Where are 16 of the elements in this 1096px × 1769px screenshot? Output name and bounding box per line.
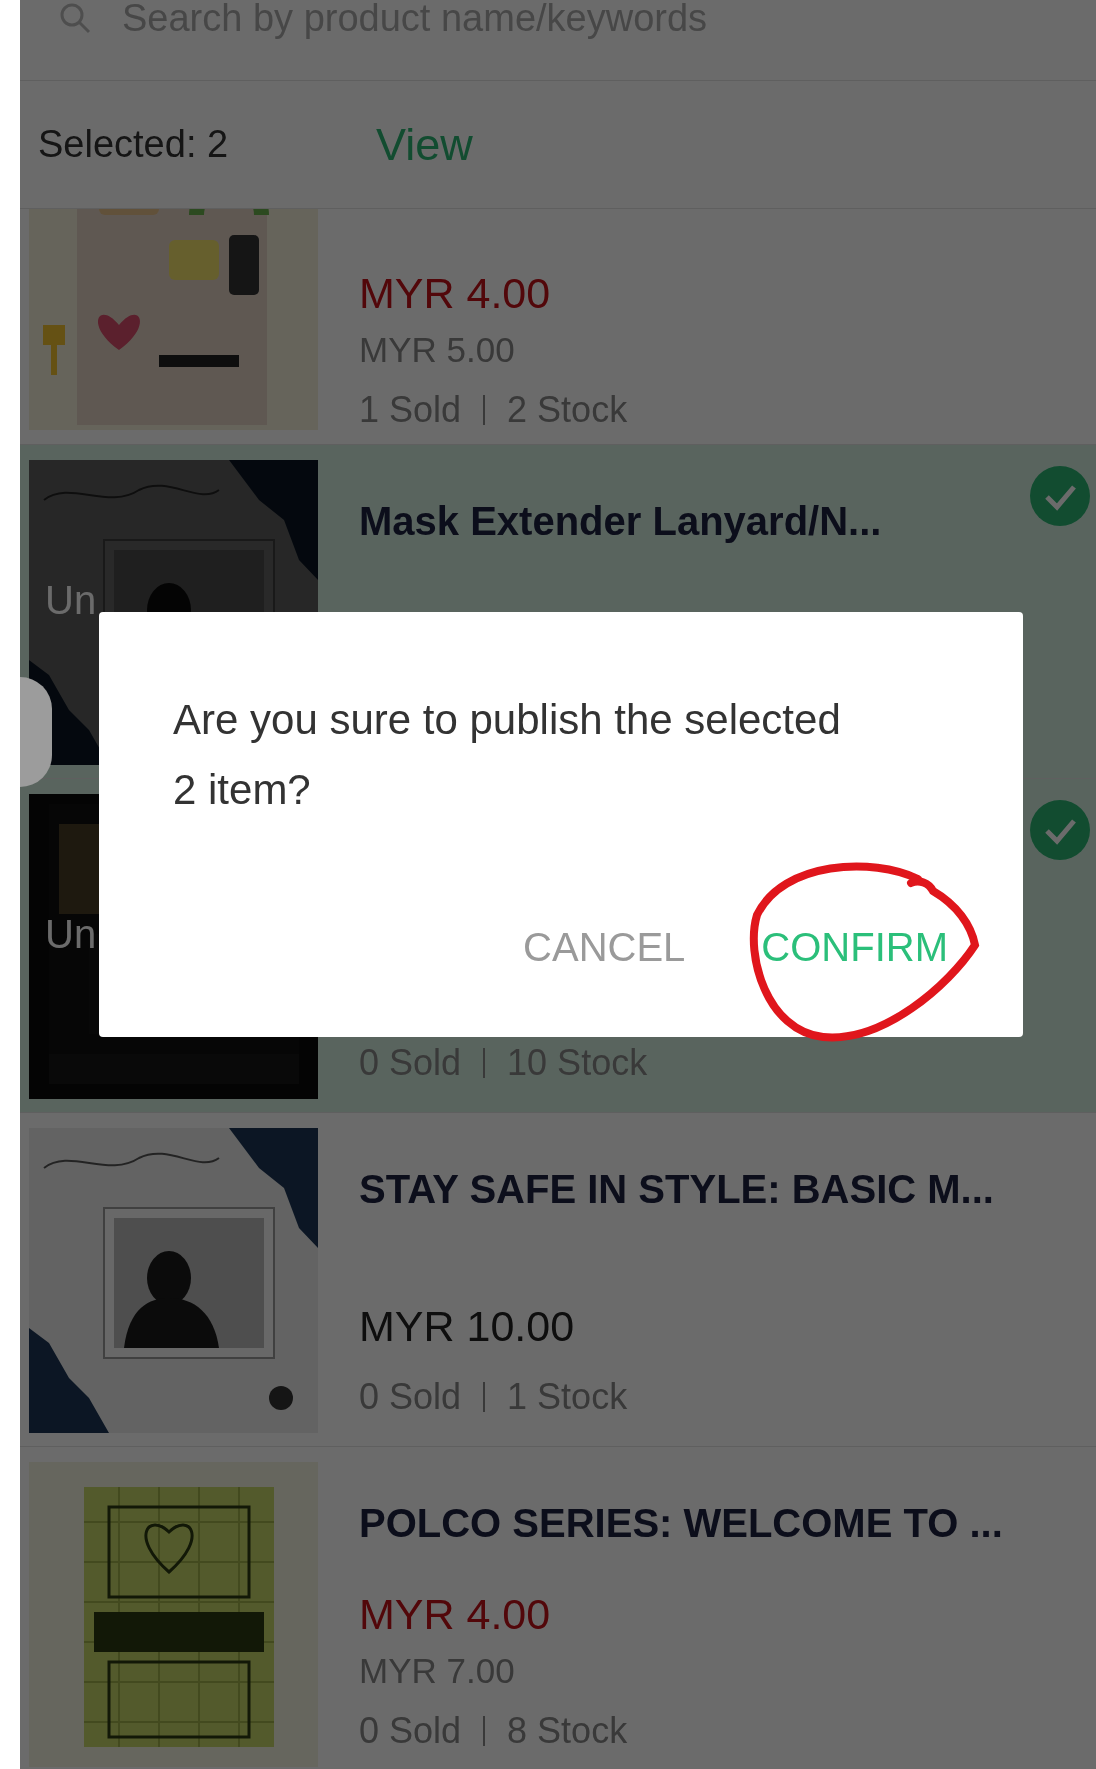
price: MYR 4.00: [359, 268, 552, 319]
cancel-button[interactable]: CANCEL: [523, 925, 686, 970]
dialog-message: Are you sure to publish the selected 2 item?: [173, 695, 842, 815]
status-label: Un: [45, 912, 97, 957]
selected-count: Selected: 2: [38, 123, 230, 166]
product-title: Mask Extender Lanyard/N...: [359, 498, 882, 545]
status-label: Un: [45, 578, 97, 623]
search-icon: [58, 1, 92, 35]
product-title: POLCO SERIES: WELCOME TO ...: [359, 1500, 1003, 1547]
product-title: STAY SAFE IN STYLE: BASIC M...: [359, 1166, 994, 1213]
confirm-button[interactable]: CONFIRM: [761, 925, 948, 970]
price: MYR 10.00: [359, 1301, 576, 1352]
check-icon[interactable]: [1030, 466, 1090, 526]
check-icon[interactable]: [1030, 800, 1090, 860]
view-link[interactable]: View: [376, 118, 473, 171]
price: MYR 4.00: [359, 1589, 552, 1640]
